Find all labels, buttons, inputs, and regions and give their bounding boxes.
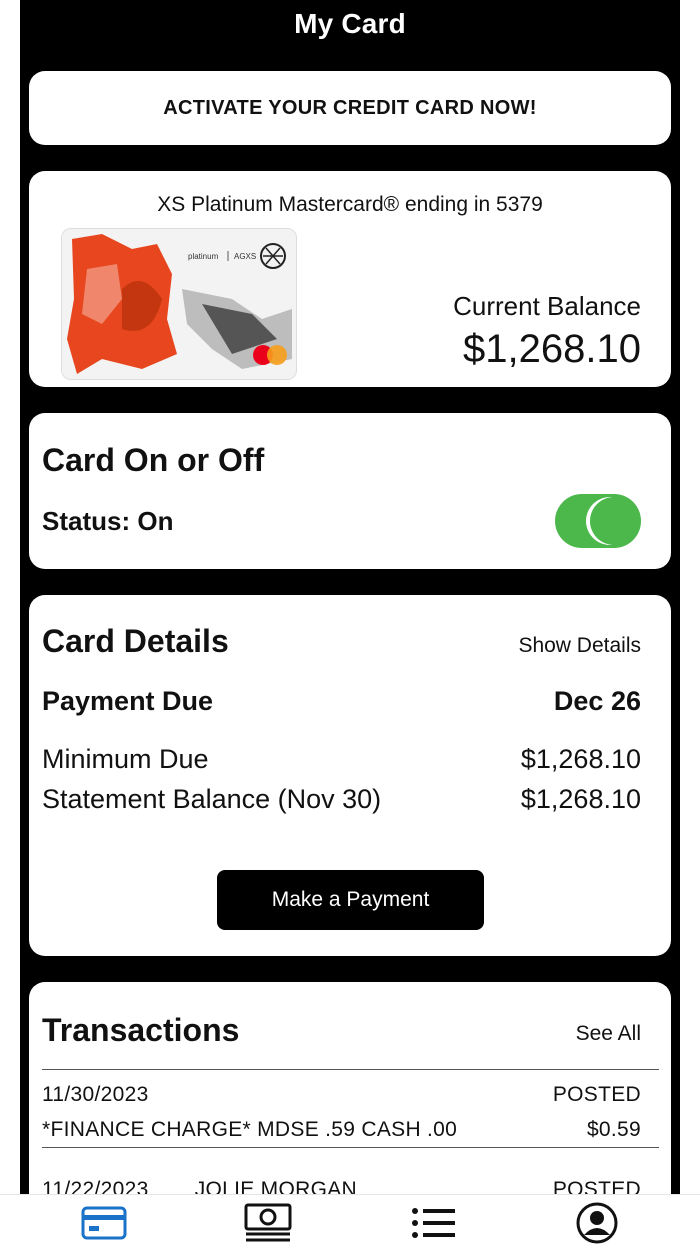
current-balance-value: $1,268.10 (463, 327, 641, 371)
minimum-due-label: Minimum Due (42, 744, 209, 774)
transactions-panel: Transactions See All 11/30/2023 POSTED *… (29, 982, 671, 1194)
page-title: My Card (294, 8, 406, 39)
current-balance-label: Current Balance (453, 291, 641, 321)
transaction-amount: $0.59 (586, 1118, 641, 1141)
card-art-brand: AGXS (234, 252, 256, 261)
payment-due-value: Dec 26 (553, 686, 641, 716)
profile-icon (576, 1202, 618, 1244)
card-on-off-title: Card On or Off (42, 442, 265, 478)
transaction-date: 11/22/2023 (42, 1178, 149, 1194)
transaction-merchant: JOLIE MORGAN (194, 1178, 357, 1194)
card-status-text: Status: On (42, 506, 174, 536)
money-icon (244, 1203, 292, 1242)
activate-card-label: ACTIVATE YOUR CREDIT CARD NOW! (163, 96, 537, 119)
make-payment-button[interactable]: Make a Payment (217, 870, 484, 930)
divider (42, 1069, 659, 1070)
card-summary-panel: XS Platinum Mastercard® ending in 5379 p… (29, 171, 671, 387)
card-name: XS Platinum Mastercard® ending in 5379 (157, 193, 543, 216)
card-on-off-panel: Card On or Off Status: On (29, 413, 671, 569)
payment-due-row: Payment Due Dec 26 (42, 686, 641, 717)
card-icon (81, 1206, 127, 1240)
divider (42, 1147, 659, 1148)
bottom-tab-bar (0, 1194, 700, 1244)
see-all-link[interactable]: See All (576, 1022, 641, 1046)
tab-profile[interactable] (572, 1202, 622, 1244)
statement-balance-value: $1,268.10 (520, 784, 641, 814)
app-screen: My Card ACTIVATE YOUR CREDIT CARD NOW! X… (20, 0, 680, 1194)
show-details-link[interactable]: Show Details (518, 634, 641, 658)
card-art-graphic: platinum AGXS (62, 229, 296, 379)
card-image: platinum AGXS (61, 228, 297, 380)
tab-payments[interactable] (243, 1203, 293, 1243)
card-on-off-toggle[interactable] (555, 494, 641, 548)
tab-card[interactable] (79, 1203, 129, 1243)
card-art-tier: platinum (188, 252, 219, 261)
toggle-knob (590, 497, 638, 545)
transaction-description: *FINANCE CHARGE* MDSE .59 CASH .00 (42, 1118, 458, 1141)
payment-due-label: Payment Due (42, 686, 214, 716)
list-icon (412, 1208, 455, 1238)
statement-balance-label: Statement Balance (Nov 30) (42, 784, 382, 814)
activate-card-button[interactable]: ACTIVATE YOUR CREDIT CARD NOW! (29, 71, 671, 145)
transaction-status: POSTED (552, 1178, 641, 1194)
minimum-due-row: Minimum Due $1,268.10 (42, 744, 641, 775)
minimum-due-value: $1,268.10 (520, 744, 641, 774)
card-details-panel: Card Details Show Details Payment Due De… (29, 595, 671, 956)
transaction-status: POSTED (552, 1083, 641, 1106)
card-details-title: Card Details (42, 623, 229, 659)
tab-activity[interactable] (408, 1203, 458, 1243)
transaction-date: 11/30/2023 (42, 1083, 149, 1106)
statement-balance-row: Statement Balance (Nov 30) $1,268.10 (42, 784, 641, 815)
transactions-title: Transactions (42, 1012, 240, 1048)
